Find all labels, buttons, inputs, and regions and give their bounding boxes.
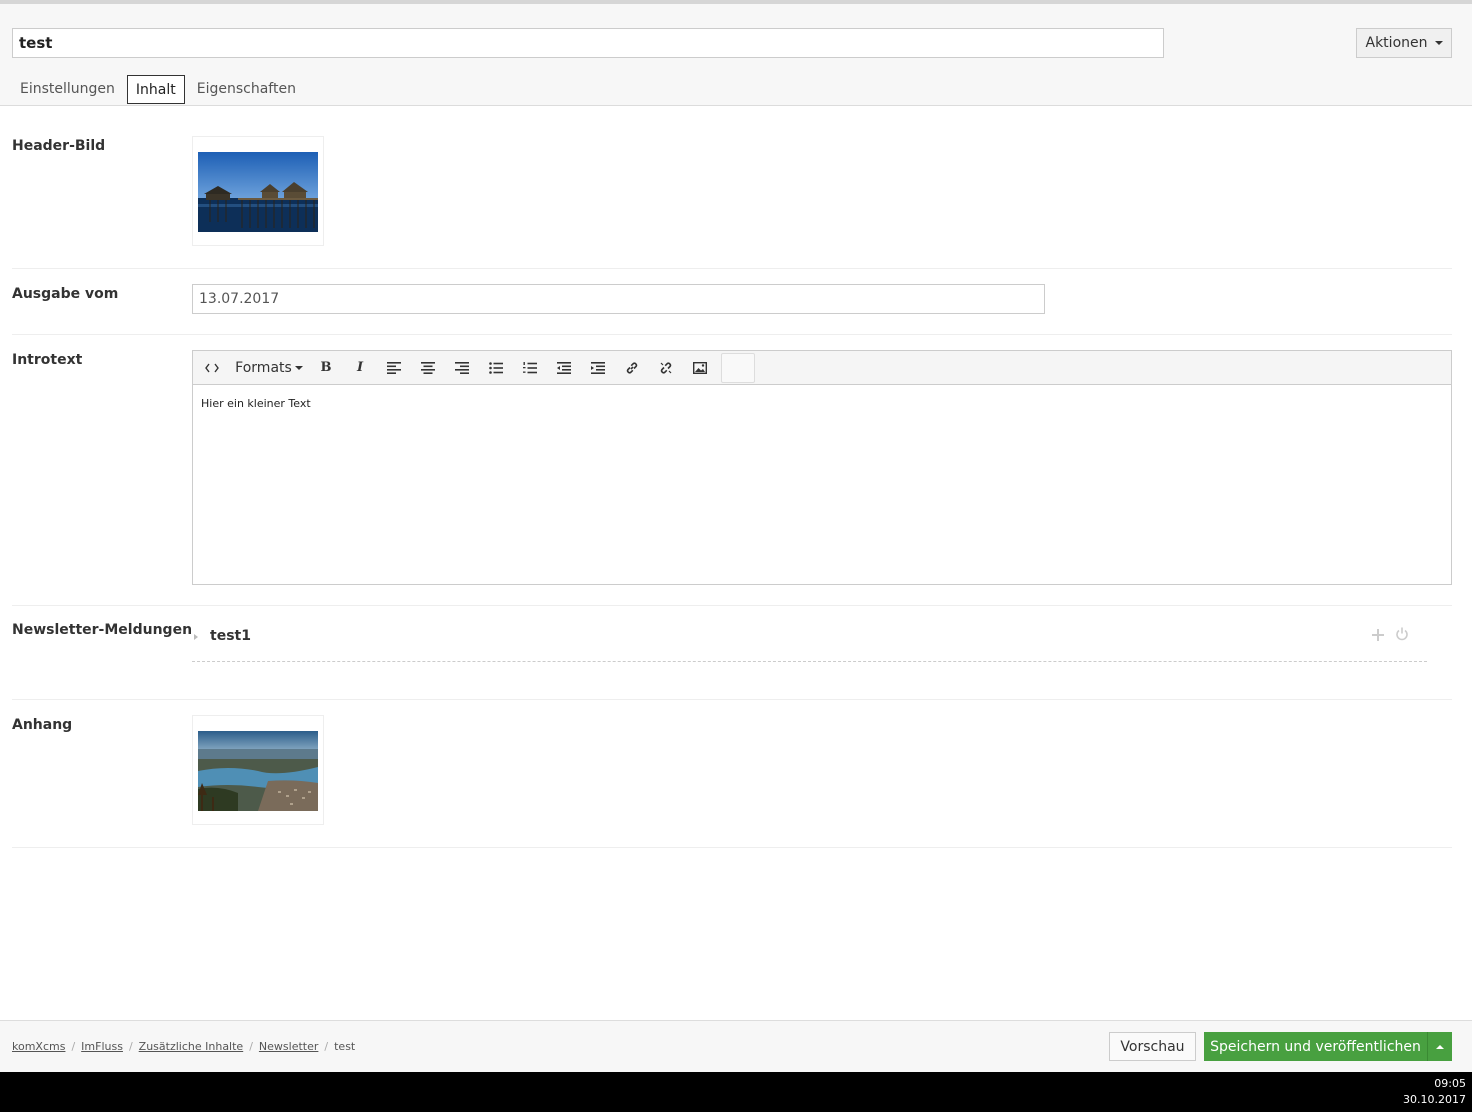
add-icon[interactable]	[1372, 626, 1384, 645]
save-publish-button[interactable]: Speichern und veröffentlichen	[1204, 1032, 1427, 1061]
power-icon[interactable]	[1395, 626, 1409, 645]
field-label: Anhang	[12, 717, 73, 733]
breadcrumb-separator: /	[324, 1040, 329, 1053]
caret-up-icon	[1436, 1044, 1444, 1049]
source-code-icon[interactable]	[195, 353, 229, 383]
formats-label: Formats	[235, 359, 292, 376]
italic-icon[interactable]: I	[343, 353, 377, 383]
editor-header: Aktionen Einstellungen Inhalt Eigenschaf…	[0, 0, 1472, 106]
breadcrumb-link[interactable]: ImFluss	[81, 1040, 123, 1053]
caret-down-icon	[294, 365, 303, 370]
expand-arrow-icon[interactable]	[194, 634, 198, 640]
list-item[interactable]: test1	[192, 620, 1427, 662]
italic-glyph: I	[356, 360, 364, 375]
editor-toolbar: Formats B I	[193, 351, 1451, 385]
caret-down-icon	[1434, 41, 1443, 45]
tab-content[interactable]: Inhalt	[126, 75, 185, 104]
attachment-picker[interactable]	[192, 715, 324, 825]
field-issue-date: Ausgabe vom	[12, 284, 1452, 335]
tab-properties[interactable]: Eigenschaften	[189, 75, 304, 104]
field-label: Ausgabe vom	[12, 286, 119, 302]
field-header-image: Header-Bild	[12, 136, 1452, 269]
bold-glyph: B	[320, 360, 332, 375]
align-right-icon[interactable]	[445, 353, 479, 383]
breadcrumb-separator: /	[249, 1040, 253, 1053]
breadcrumb-link[interactable]: Zusätzliche Inhalte	[139, 1040, 244, 1053]
breadcrumb: komXcms / ImFluss / Zusätzliche Inhalte …	[12, 1040, 355, 1053]
tab-settings[interactable]: Einstellungen	[12, 75, 123, 104]
bold-icon[interactable]: B	[309, 353, 343, 383]
link-icon[interactable]	[615, 353, 649, 383]
field-label: Header-Bild	[12, 138, 106, 154]
breadcrumb-separator: /	[71, 1040, 76, 1053]
attachment-thumbnail[interactable]	[198, 731, 318, 811]
lake-landscape-image	[198, 731, 318, 811]
unlink-icon[interactable]	[649, 353, 683, 383]
field-intro-text: Introtext Formats B I Hier ein kleiner T…	[12, 350, 1452, 606]
field-newsletter-items: Newsletter-Meldungen test1	[12, 620, 1452, 700]
field-label: Newsletter-Meldungen	[12, 622, 193, 638]
preview-button[interactable]: Vorschau	[1109, 1032, 1196, 1061]
save-options-toggle[interactable]	[1427, 1032, 1452, 1061]
field-label: Introtext	[12, 352, 83, 368]
header-image-thumbnail[interactable]	[198, 152, 318, 232]
outdent-icon[interactable]	[547, 353, 581, 383]
actions-dropdown-button[interactable]: Aktionen	[1356, 28, 1452, 58]
list-item-label[interactable]: test1	[210, 628, 251, 644]
tab-bar: Einstellungen Inhalt Eigenschaften	[12, 75, 308, 104]
indent-icon[interactable]	[581, 353, 615, 383]
breadcrumb-link[interactable]: komXcms	[12, 1040, 65, 1053]
field-attachment: Anhang	[12, 715, 1452, 848]
clock-date: 30.10.2017	[1403, 1093, 1466, 1106]
align-left-icon[interactable]	[377, 353, 411, 383]
breadcrumb-link[interactable]: Newsletter	[259, 1040, 318, 1053]
breadcrumb-current: test	[334, 1040, 356, 1053]
footer-bar: komXcms / ImFluss / Zusätzliche Inhalte …	[0, 1020, 1472, 1072]
formats-dropdown[interactable]: Formats	[229, 353, 309, 383]
image-icon[interactable]	[683, 353, 717, 383]
system-clock[interactable]: 09:05 30.10.2017	[1403, 1076, 1466, 1108]
toolbar-empty-button[interactable]	[721, 352, 755, 383]
header-image-picker[interactable]	[192, 136, 324, 246]
rich-text-editor: Formats B I Hier ein kleiner Text	[192, 350, 1452, 585]
clock-time: 09:05	[1434, 1077, 1466, 1090]
breadcrumb-separator: /	[128, 1040, 133, 1053]
align-center-icon[interactable]	[411, 353, 445, 383]
bullet-list-icon[interactable]	[479, 353, 513, 383]
stilt-houses-image	[198, 152, 318, 232]
numbered-list-icon[interactable]	[513, 353, 547, 383]
os-taskbar: 09:05 30.10.2017	[0, 1072, 1472, 1112]
title-input[interactable]	[12, 28, 1164, 58]
editor-content[interactable]: Hier ein kleiner Text	[193, 385, 1451, 422]
actions-label: Aktionen	[1365, 35, 1428, 51]
issue-date-input[interactable]	[192, 284, 1045, 314]
